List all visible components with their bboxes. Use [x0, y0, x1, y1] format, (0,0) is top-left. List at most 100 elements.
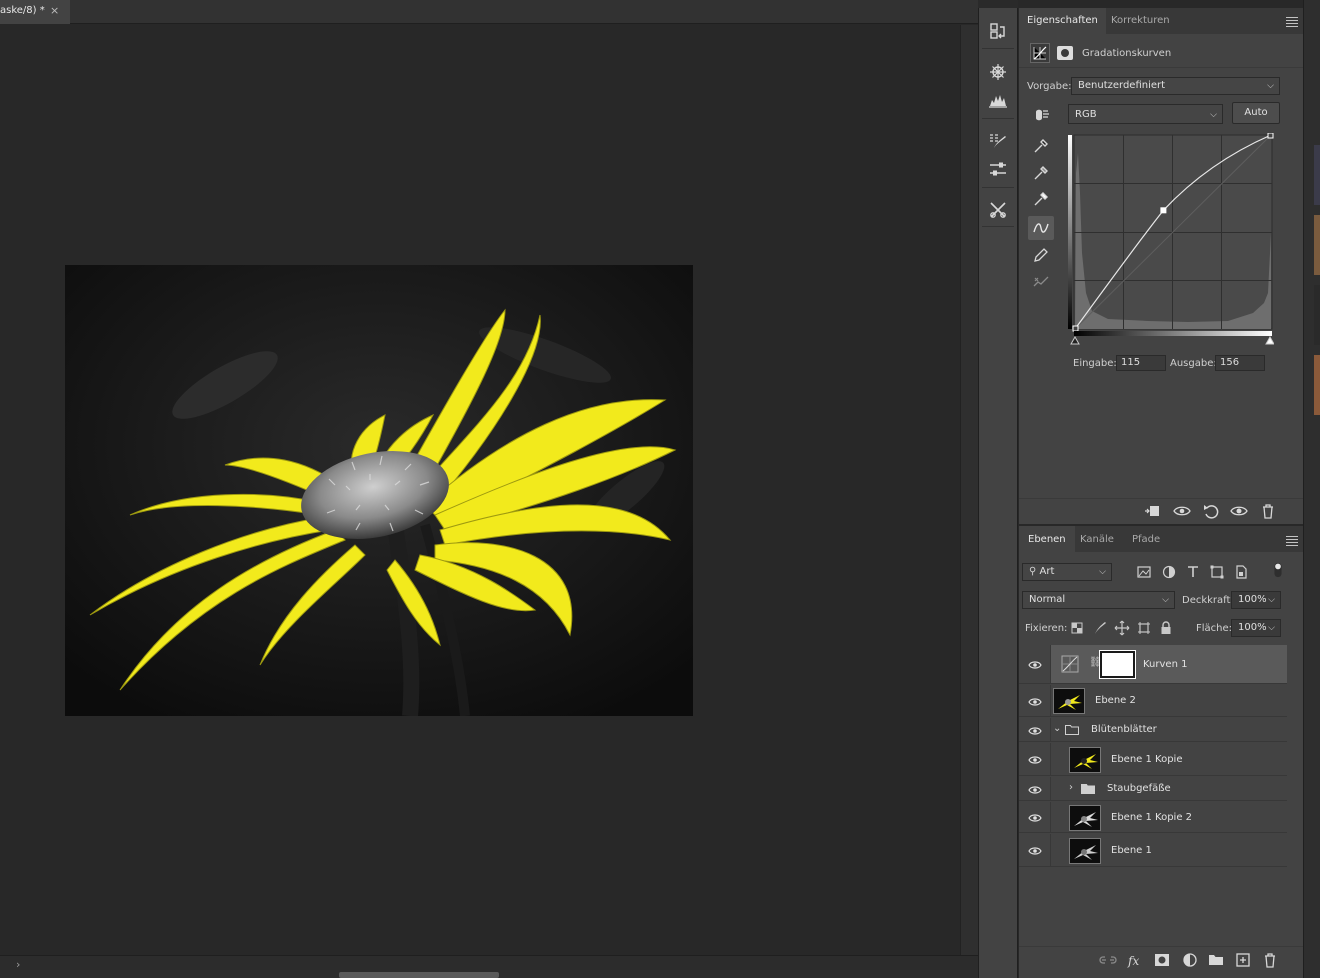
chevron-right-icon[interactable]: ›	[1069, 782, 1073, 793]
tab-kanaele[interactable]: Kanäle	[1071, 526, 1123, 552]
panel-menu-icon[interactable]	[1286, 536, 1298, 546]
fill-field[interactable]: 100% ⌵	[1231, 619, 1281, 637]
close-icon[interactable]: ×	[50, 4, 59, 17]
lock-label: Fixieren:	[1025, 623, 1068, 634]
histogram-icon[interactable]	[983, 87, 1013, 113]
layer-thumbnail	[1069, 805, 1101, 831]
vertical-scrollbar[interactable]	[960, 25, 978, 955]
new-adjustment-layer-icon[interactable]	[1181, 951, 1199, 969]
lock-image-pixels-icon[interactable]	[1092, 620, 1108, 636]
on-image-adjust-icon[interactable]	[1028, 102, 1054, 126]
history-icon[interactable]	[983, 18, 1013, 44]
panel-menu-icon[interactable]	[1286, 17, 1298, 27]
eye-icon[interactable]	[1028, 660, 1042, 670]
adjustment-filter-icon[interactable]	[1161, 564, 1177, 580]
smooth-curve-icon[interactable]	[1028, 269, 1054, 293]
layers-footer-divider	[1019, 946, 1303, 947]
tool-separator	[982, 226, 1014, 227]
adjustments-icon[interactable]	[983, 156, 1013, 182]
link-layers-icon[interactable]	[1099, 951, 1117, 969]
auto-button[interactable]: Auto	[1232, 102, 1280, 124]
curve-point	[1072, 325, 1079, 332]
eye-icon[interactable]	[1028, 726, 1042, 736]
tab-label: Kanäle	[1080, 534, 1114, 545]
pixel-filter-icon[interactable]	[1136, 564, 1152, 580]
group-name: Staubgefäße	[1107, 783, 1171, 794]
eye-icon[interactable]	[1028, 697, 1042, 707]
layer-filter-dropdown[interactable]: ⚲ Art ⌵	[1022, 563, 1112, 581]
chevron-down-icon: ⌵	[1162, 595, 1169, 605]
curve-point-selected	[1160, 207, 1167, 214]
lock-artboard-icon[interactable]	[1136, 620, 1152, 636]
mask-icon[interactable]	[1057, 46, 1073, 60]
document-image[interactable]	[65, 265, 693, 716]
curve-edit-points-icon[interactable]	[1028, 216, 1054, 240]
output-label: Ausgabe:	[1170, 358, 1217, 369]
view-previous-state-icon[interactable]	[1173, 502, 1191, 520]
horizontal-scroll-thumb[interactable]	[339, 972, 499, 978]
white-point-eyedropper-icon[interactable]	[1028, 187, 1054, 211]
tab-label: Korrekturen	[1111, 15, 1170, 26]
blend-mode-dropdown[interactable]: Normal ⌵	[1022, 591, 1175, 609]
chevron-right-icon[interactable]: ›	[16, 958, 20, 971]
preset-dropdown[interactable]: Benutzerdefiniert ⌵	[1071, 77, 1280, 95]
lock-transparent-pixels-icon[interactable]	[1069, 620, 1085, 636]
layer-row-ebene-1-kopie[interactable]: Ebene 1 Kopie	[1019, 743, 1287, 776]
tab-label: Pfade	[1132, 534, 1161, 545]
input-field[interactable]: 115	[1116, 355, 1166, 371]
visibility-icon[interactable]	[1230, 502, 1248, 520]
layer-row-ebene-1-kopie-2[interactable]: Ebene 1 Kopie 2	[1019, 802, 1287, 833]
layer-row-bluetenblaetter[interactable]: ⌄ Blütenblätter	[1019, 718, 1287, 742]
eye-icon[interactable]	[1028, 785, 1042, 795]
tab-pfade[interactable]: Pfade	[1123, 526, 1169, 552]
trash-icon[interactable]	[1259, 502, 1277, 520]
pencil-icon[interactable]	[1028, 243, 1054, 267]
opacity-value: 100%	[1238, 594, 1267, 605]
chevron-down-icon[interactable]: ⌄	[1053, 723, 1061, 734]
layer-row-staubgefaesse[interactable]: › Staubgefäße	[1019, 777, 1287, 801]
layer-row-ebene-1[interactable]: Ebene 1	[1019, 834, 1287, 867]
tool-separator	[982, 187, 1014, 188]
layer-name: Ebene 1 Kopie 2	[1111, 812, 1193, 823]
tab-label: Eigenschaften	[1027, 15, 1098, 26]
chevron-down-icon: ⌵	[1099, 567, 1106, 577]
preset-label: Vorgabe:	[1027, 81, 1072, 92]
layer-row-kurven-1[interactable]: ⛓ Kurven 1	[1019, 645, 1287, 684]
chevron-down-icon: ⌵	[1268, 623, 1275, 633]
layer-row-ebene-2[interactable]: Ebene 2	[1019, 685, 1287, 717]
eye-icon[interactable]	[1028, 755, 1042, 765]
layer-mask-thumbnail[interactable]	[1099, 650, 1136, 679]
filter-toggle-icon[interactable]	[1270, 562, 1284, 578]
output-field[interactable]: 156	[1215, 355, 1265, 371]
curves-layer-icon	[1061, 655, 1079, 673]
tab-ebenen[interactable]: Ebenen	[1019, 526, 1075, 552]
add-mask-icon[interactable]	[1153, 951, 1171, 969]
channel-dropdown[interactable]: RGB ⌵	[1068, 104, 1223, 124]
curves-adjustment-icon[interactable]	[1030, 43, 1050, 63]
navigator-icon[interactable]	[983, 59, 1013, 85]
tool-presets-icon[interactable]	[983, 197, 1013, 223]
clip-to-layer-icon[interactable]	[1143, 502, 1161, 520]
black-point-eyedropper-icon[interactable]	[1028, 134, 1054, 158]
document-tab[interactable]: aske/8) * ×	[0, 0, 70, 24]
curves-graph[interactable]	[1068, 132, 1275, 345]
eye-icon[interactable]	[1028, 813, 1042, 823]
shape-filter-icon[interactable]	[1209, 564, 1225, 580]
type-filter-icon[interactable]	[1185, 564, 1201, 580]
eye-icon[interactable]	[1028, 846, 1042, 856]
brush-presets-icon[interactable]	[983, 128, 1013, 154]
opacity-field[interactable]: 100% ⌵	[1231, 591, 1281, 609]
new-layer-icon[interactable]	[1234, 951, 1252, 969]
lock-position-icon[interactable]	[1114, 620, 1130, 636]
fx-icon[interactable]: fx	[1126, 951, 1144, 969]
tab-eigenschaften[interactable]: Eigenschaften	[1019, 8, 1106, 34]
tab-korrekturen[interactable]: Korrekturen	[1103, 8, 1178, 34]
smart-object-filter-icon[interactable]	[1233, 564, 1249, 580]
delete-layer-icon[interactable]	[1261, 951, 1279, 969]
new-group-icon[interactable]	[1207, 951, 1225, 969]
folder-icon	[1081, 783, 1095, 794]
lock-all-icon[interactable]	[1158, 620, 1174, 636]
reset-icon[interactable]	[1202, 502, 1220, 520]
channel-value: RGB	[1075, 109, 1097, 120]
gray-point-eyedropper-icon[interactable]	[1028, 161, 1054, 185]
